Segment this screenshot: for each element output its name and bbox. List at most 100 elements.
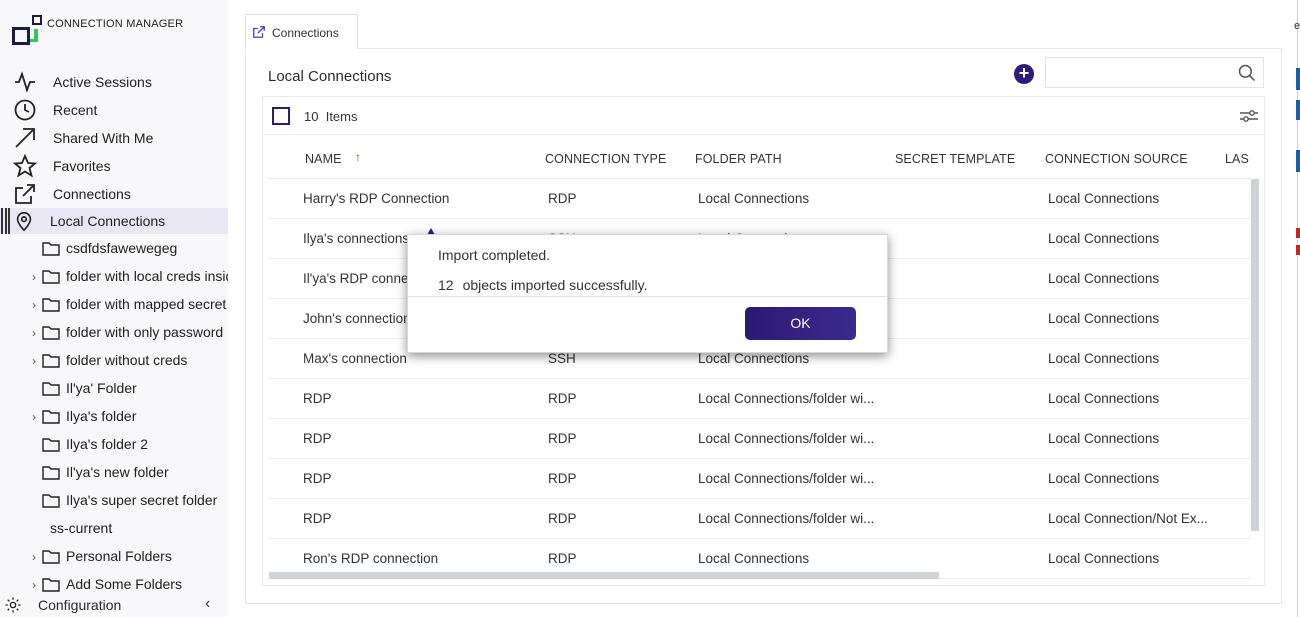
column-header-name[interactable]: NAME: [305, 152, 342, 166]
tree-item-label: Personal Folders: [66, 548, 172, 564]
clock-icon: [13, 98, 37, 122]
table-row[interactable]: RDP RDP Local Connections/folder wi... Loca…: [268, 379, 1251, 419]
chevron-right-icon[interactable]: ›: [32, 354, 40, 368]
configuration-item[interactable]: Configuration ‹: [0, 594, 228, 617]
chevron-right-icon[interactable]: ›: [32, 550, 40, 564]
tree-item-label: folder with only password: [66, 324, 224, 340]
chevron-right-icon[interactable]: ›: [32, 326, 40, 340]
tree-item-label: ss-current: [50, 520, 113, 536]
folder-icon: [42, 353, 60, 368]
select-all-checkbox[interactable]: [272, 107, 290, 125]
tree-item-label: Il'ya's new folder: [66, 464, 169, 480]
chevron-right-icon[interactable]: ›: [32, 298, 40, 312]
ok-button[interactable]: OK: [745, 307, 856, 340]
column-header-secret-template[interactable]: SECRET TEMPLATE: [895, 152, 1015, 166]
search-box: [1045, 57, 1264, 88]
tab-label: Connections: [272, 26, 339, 40]
chevron-right-icon[interactable]: ›: [32, 270, 40, 284]
tree-item-label: folder without creds: [66, 352, 188, 368]
tree-item[interactable]: › folder with mapped secret: [0, 293, 228, 317]
map-pin-icon: [12, 209, 36, 233]
folder-icon: [42, 381, 60, 396]
column-header-connection-source[interactable]: CONNECTION SOURCE: [1045, 152, 1188, 166]
sidebar: CONNECTION MANAGER Active Sessions Recen…: [0, 0, 228, 617]
chevron-right-icon[interactable]: ›: [32, 578, 40, 592]
tree-item[interactable]: › Ilya's folder: [0, 405, 228, 429]
tree-item[interactable]: › Personal Folders: [0, 545, 228, 569]
tab-connections[interactable]: Connections: [245, 14, 358, 49]
edge-mark: [1296, 245, 1300, 255]
table-cell: Local Connections/folder wi...: [698, 431, 875, 446]
tree-item-label: folder with mapped secret: [66, 296, 227, 312]
table-cell: SSH: [548, 351, 576, 366]
edge-mark: [1296, 228, 1300, 238]
nav-item-local-connections[interactable]: Local Connections: [0, 208, 228, 234]
chevron-right-icon[interactable]: ›: [32, 410, 40, 424]
table-cell: RDP: [548, 431, 577, 446]
table-row[interactable]: RDP RDP Local Connections/folder wi... Loca…: [268, 459, 1251, 499]
dialog-detail-text: objects imported successfully.: [462, 277, 648, 293]
tree-item[interactable]: Ilya's super secret folder: [0, 489, 228, 513]
tree-item[interactable]: Ilya's folder 2: [0, 433, 228, 457]
tree-item-label: Ilya's folder 2: [66, 436, 149, 452]
star-icon: [13, 154, 37, 178]
column-header-folder-path[interactable]: FOLDER PATH: [695, 152, 782, 166]
edge-mark: [1296, 100, 1300, 120]
add-connection-button[interactable]: +: [1014, 64, 1034, 84]
activity-icon: [13, 70, 37, 94]
table-cell: Local Connections: [1048, 311, 1160, 326]
drag-handle-icon: [1, 208, 10, 234]
table-cell: Local Connections/folder wi...: [698, 391, 875, 406]
table-cell: RDP: [303, 391, 332, 406]
horizontal-scrollbar[interactable]: [269, 572, 939, 579]
nav-item-active-sessions[interactable]: Active Sessions: [0, 69, 228, 95]
tree-item[interactable]: csdfdsfawewegeg: [0, 237, 228, 261]
table-row[interactable]: RDP RDP Local Connections/folder wi... Loca…: [268, 419, 1251, 459]
nav-item-recent[interactable]: Recent: [0, 97, 228, 123]
table-cell: Local Connections: [698, 551, 810, 566]
edge-mark: [1296, 68, 1300, 90]
collapse-sidebar-icon[interactable]: ‹: [205, 595, 210, 613]
tree-item[interactable]: › folder with local creds insid: [0, 265, 228, 289]
page-title: Local Connections: [268, 68, 392, 85]
tree-item[interactable]: ss-current: [0, 517, 228, 541]
sort-ascending-icon[interactable]: ↑: [355, 150, 361, 164]
table-row[interactable]: RDP RDP Local Connections/folder wi... Loca…: [268, 499, 1251, 539]
folder-icon: [42, 437, 60, 452]
column-settings-icon[interactable]: [1239, 107, 1259, 125]
table-cell: Ron's RDP connection: [303, 551, 439, 566]
search-input[interactable]: [1046, 58, 1226, 87]
dialog-detail: 12 objects imported successfully.: [438, 277, 648, 293]
tree-item[interactable]: Il'ya's new folder: [0, 461, 228, 485]
tree-item[interactable]: › folder with only password: [0, 321, 228, 345]
app-logo-icon: [12, 15, 42, 45]
configuration-label: Configuration: [38, 597, 122, 613]
dialog-divider: [408, 296, 887, 297]
app-title: CONNECTION MANAGER: [47, 18, 184, 30]
nav-item-shared-with-me[interactable]: Shared With Me: [0, 125, 228, 151]
nav-item-label: Active Sessions: [53, 74, 152, 90]
edge-text-fragment: e: [1294, 20, 1300, 32]
arrow-up-right-icon: [13, 126, 37, 150]
tree-item-label: folder with local creds insid: [66, 268, 228, 284]
table-cell: John's connection: [303, 311, 411, 326]
folder-icon: [42, 297, 60, 312]
table-cell: Local Connections: [1048, 471, 1160, 486]
tree-item-label: csdfdsfawewegeg: [66, 240, 178, 256]
table-cell: Harry's RDP Connection: [303, 191, 450, 206]
nav-item-connections[interactable]: Connections: [0, 181, 228, 207]
tree-item[interactable]: Il'ya' Folder: [0, 377, 228, 401]
tree-item-label: Ilya's folder: [66, 408, 137, 424]
folder-icon: [42, 269, 60, 284]
external-link-icon: [13, 182, 37, 206]
table-row[interactable]: Harry's RDP Connection RDP Local Connectio…: [268, 179, 1251, 219]
table-cell: RDP: [548, 471, 577, 486]
nav-item-favorites[interactable]: Favorites: [0, 153, 228, 179]
table-cell: Local Connections: [698, 351, 810, 366]
vertical-scrollbar[interactable]: [1251, 179, 1259, 531]
column-header-connection-type[interactable]: CONNECTION TYPE: [545, 152, 666, 166]
search-icon[interactable]: [1237, 63, 1257, 83]
tree-item[interactable]: › folder without creds: [0, 349, 228, 373]
item-count: 10 Items: [304, 109, 358, 124]
column-header-last[interactable]: LAS: [1225, 152, 1249, 166]
